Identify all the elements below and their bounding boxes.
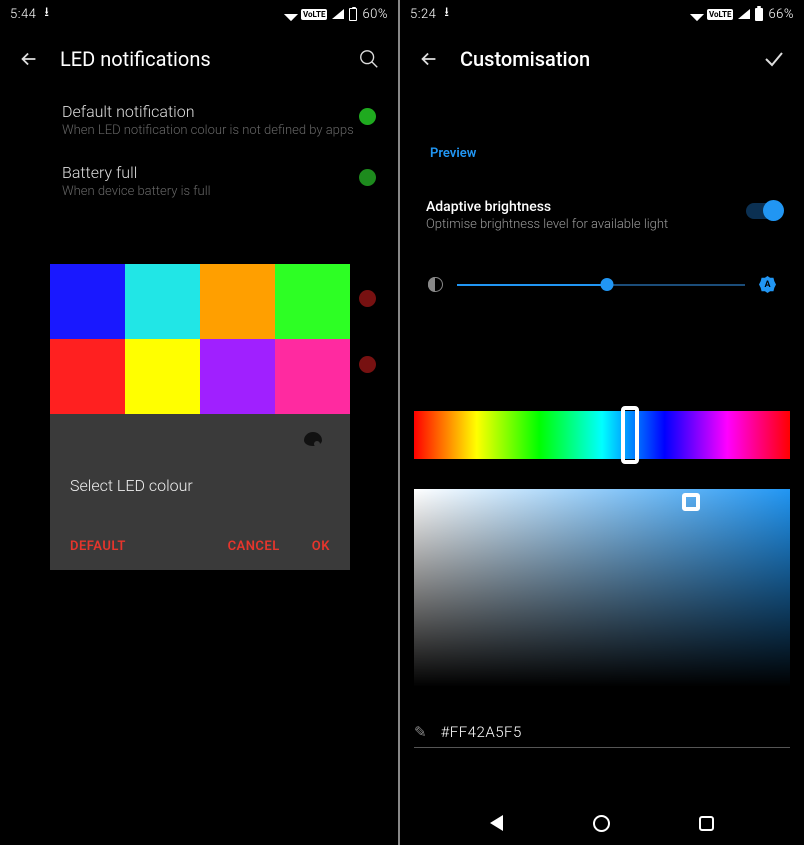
page-header: LED notifications [0, 28, 398, 90]
nav-recent-icon[interactable] [699, 816, 714, 831]
battery-icon [349, 8, 357, 21]
page-title: Customisation [460, 47, 742, 71]
led-color-dot [359, 290, 376, 307]
brightness-slider[interactable]: A [400, 232, 804, 337]
setting-label: Adaptive brightness [426, 199, 778, 215]
color-swatch-cyan[interactable] [125, 264, 200, 339]
preview-button[interactable]: Preview [400, 90, 804, 199]
search-icon[interactable] [358, 48, 380, 70]
setting-label: Battery full [62, 163, 378, 182]
clock: 5:44 [10, 7, 36, 22]
wifi-icon [690, 7, 704, 21]
default-button[interactable]: DEFAULT [70, 539, 126, 554]
battery-pct: 60% [362, 7, 388, 22]
color-picker-dialog: Select LED colour DEFAULT CANCEL OK [50, 264, 350, 570]
nav-home-icon[interactable] [593, 815, 610, 832]
hex-value[interactable]: #FF42A5F5 [441, 723, 522, 741]
led-color-dot [359, 356, 376, 373]
volte-badge: VoLTE [707, 9, 733, 20]
page-title: LED notifications [60, 47, 338, 71]
hue-thumb[interactable] [621, 406, 639, 464]
status-bar: 5:44 ⭳ VoLTE 60% [0, 0, 398, 28]
confirm-icon[interactable] [762, 47, 786, 71]
slider-thumb[interactable] [600, 278, 613, 291]
clock: 5:24 [410, 7, 436, 22]
signal-icon [738, 9, 750, 19]
color-swatch-purple[interactable] [200, 339, 275, 414]
setting-sub: When LED notification colour is not defi… [62, 123, 378, 139]
brightness-low-icon [428, 277, 443, 292]
download-icon: ⭳ [44, 3, 49, 25]
ok-button[interactable]: OK [312, 539, 330, 554]
color-swatch-red[interactable] [50, 339, 125, 414]
page-header: Customisation [400, 28, 804, 90]
color-swatch-pink[interactable] [275, 339, 350, 414]
slider-track[interactable] [457, 284, 745, 286]
setting-default-notification[interactable]: Default notification When LED notificati… [0, 90, 398, 151]
color-swatch-blue[interactable] [50, 264, 125, 339]
color-swatch-yellow[interactable] [125, 339, 200, 414]
color-grid [50, 264, 350, 414]
led-color-dot [359, 108, 376, 125]
palette-icon[interactable] [304, 432, 322, 446]
phone-led: 5:44 ⭳ VoLTE 60% LED notifications Defau… [0, 0, 398, 845]
signal-icon [332, 9, 344, 19]
battery-icon [755, 8, 763, 21]
adaptive-brightness-setting[interactable]: Adaptive brightness Optimise brightness … [400, 199, 804, 232]
battery-pct: 66% [768, 7, 794, 22]
wifi-icon [284, 7, 298, 21]
back-icon[interactable] [418, 48, 440, 70]
dialog-title: Select LED colour [50, 464, 350, 529]
setting-label: Default notification [62, 102, 378, 121]
sv-thumb[interactable] [682, 493, 700, 511]
color-swatch-orange[interactable] [200, 264, 275, 339]
setting-battery-full[interactable]: Battery full When device battery is full [0, 151, 398, 212]
hex-input[interactable]: ✎ #FF42A5F5 [414, 723, 790, 748]
eyedropper-icon[interactable]: ✎ [414, 723, 427, 741]
color-swatch-green[interactable] [275, 264, 350, 339]
setting-sub: When device battery is full [62, 184, 378, 200]
phone-customisation: 5:24 ⭳ VoLTE 66% Customisation Preview A… [400, 0, 804, 845]
download-icon: ⭳ [444, 3, 449, 25]
volte-badge: VoLTE [301, 9, 327, 20]
status-bar: 5:24 ⭳ VoLTE 66% [400, 0, 804, 28]
cancel-button[interactable]: CANCEL [228, 539, 280, 554]
auto-brightness-icon[interactable]: A [759, 276, 776, 293]
adaptive-brightness-toggle[interactable] [746, 203, 780, 219]
saturation-value-panel[interactable] [414, 489, 790, 687]
nav-bar [400, 801, 804, 845]
nav-back-icon[interactable] [490, 815, 503, 831]
hue-slider[interactable] [414, 411, 790, 459]
setting-sub: Optimise brightness level for available … [426, 217, 778, 232]
back-icon[interactable] [18, 48, 40, 70]
